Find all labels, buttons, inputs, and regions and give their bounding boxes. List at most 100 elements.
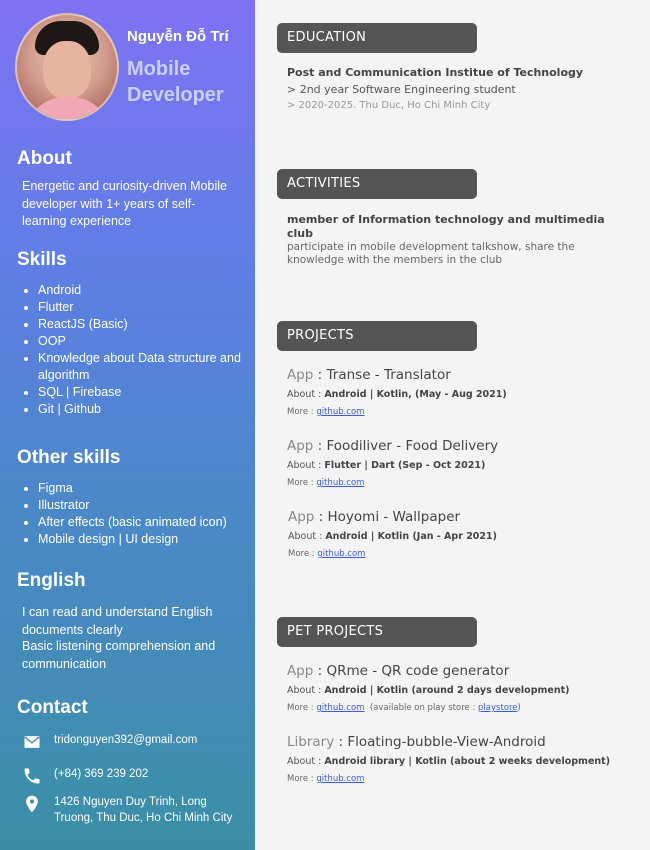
pet-project-item: Library : Floating-bubble-View-Android A… bbox=[287, 734, 627, 784]
pet-projects-heading: PET PROJECTS bbox=[277, 617, 477, 647]
project-sep: : bbox=[313, 663, 327, 679]
email-text: tridonguyen392@gmail.com bbox=[54, 734, 198, 746]
other-skills-list: Figma Illustrator After effects (basic a… bbox=[20, 480, 253, 548]
playstore-link[interactable]: playstore bbox=[478, 703, 518, 713]
skill-item: Knowledge about Data structure and algor… bbox=[38, 350, 253, 384]
project-more-label: More : bbox=[287, 703, 317, 713]
education-date: > 2020-2025. Thu Duc, Ho Chi Minh City bbox=[287, 100, 491, 111]
github-link[interactable]: github.com bbox=[316, 703, 364, 713]
project-sep: : bbox=[313, 438, 327, 454]
contact-email[interactable]: tridonguyen392@gmail.com bbox=[22, 732, 244, 752]
skill-item: Flutter bbox=[38, 299, 253, 316]
github-link[interactable]: github.com bbox=[316, 407, 364, 417]
project-more-label: More : bbox=[287, 407, 317, 417]
about-text: Energetic and curiosity-driven Mobile de… bbox=[22, 179, 227, 228]
project-kind: App bbox=[288, 509, 315, 525]
skill-item: Git | Github bbox=[38, 401, 253, 418]
phone-text: (+84) 369 239 202 bbox=[54, 768, 149, 780]
project-more: More : github.com (available on play sto… bbox=[287, 703, 627, 713]
project-about: About : Android library | Kotlin (about … bbox=[287, 756, 627, 767]
project-about-value: Android library | Kotlin (about 2 weeks … bbox=[324, 756, 611, 767]
avatar bbox=[15, 13, 119, 121]
skill-item: ReactJS (Basic) bbox=[38, 316, 253, 333]
project-more: More : github.com bbox=[288, 549, 628, 559]
projects-heading: PROJECTS bbox=[277, 321, 477, 351]
github-link[interactable]: github.com bbox=[317, 549, 365, 559]
project-about: About : Android | Kotlin, (May - Aug 202… bbox=[287, 389, 627, 400]
skills-heading: Skills bbox=[17, 249, 67, 270]
other-skills-heading: Other skills bbox=[17, 447, 121, 468]
project-item: App : Foodiliver - Food Delivery About :… bbox=[287, 438, 627, 488]
other-skill-item: Figma bbox=[38, 480, 253, 497]
project-about-label: About : bbox=[287, 389, 325, 400]
project-about-label: About : bbox=[287, 460, 325, 471]
playstore-post: ) bbox=[517, 703, 521, 713]
project-about-label: About : bbox=[288, 531, 326, 542]
english-line2: Basic listening comprehension and commun… bbox=[22, 639, 216, 671]
project-more: More : github.com bbox=[287, 774, 627, 784]
project-kind: Library bbox=[287, 734, 335, 750]
pet-project-item: App : QRme - QR code generator About : A… bbox=[287, 663, 627, 713]
project-title: App : QRme - QR code generator bbox=[287, 663, 627, 679]
project-about: About : Flutter | Dart (Sep - Oct 2021) bbox=[287, 460, 627, 471]
project-name: Hoyomi - Wallpaper bbox=[327, 509, 461, 525]
skills-list: Android Flutter ReactJS (Basic) OOP Know… bbox=[20, 282, 253, 418]
project-kind: App bbox=[287, 438, 314, 454]
english-heading: English bbox=[17, 570, 86, 591]
other-skill-item: Mobile design | UI design bbox=[38, 531, 253, 548]
english-line1: I can read and understand English docume… bbox=[22, 605, 213, 637]
project-item: App : Transe - Translator About : Androi… bbox=[287, 367, 627, 417]
project-title: Library : Floating-bubble-View-Android bbox=[287, 734, 627, 750]
location-icon bbox=[26, 795, 38, 813]
github-link[interactable]: github.com bbox=[316, 478, 364, 488]
project-about: About : Android | Kotlin (Jan - Apr 2021… bbox=[288, 531, 628, 542]
phone-icon bbox=[24, 768, 40, 784]
project-name: QRme - QR code generator bbox=[326, 663, 510, 679]
github-link[interactable]: github.com bbox=[316, 774, 364, 784]
main-content: EDUCATION Post and Communication Institu… bbox=[255, 0, 650, 850]
other-skill-item: Illustrator bbox=[38, 497, 253, 514]
project-about-value: Android | Kotlin (Jan - Apr 2021) bbox=[325, 531, 497, 542]
project-title: App : Hoyomi - Wallpaper bbox=[288, 509, 628, 525]
activity-title: member of Information technology and mul… bbox=[287, 213, 605, 240]
education-heading: EDUCATION bbox=[277, 23, 477, 53]
project-sep: : bbox=[334, 734, 348, 750]
contact-address: 1426 Nguyen Duy Trinh, Long Truong, Thu … bbox=[22, 794, 244, 826]
profile-role: Mobile Developer bbox=[127, 58, 224, 106]
project-kind: App bbox=[287, 663, 314, 679]
about-heading: About bbox=[17, 148, 72, 169]
contact-heading: Contact bbox=[17, 697, 88, 718]
project-name: Floating-bubble-View-Android bbox=[347, 734, 546, 750]
project-about-label: About : bbox=[287, 685, 325, 696]
education-school: Post and Communication Institue of Techn… bbox=[287, 66, 584, 79]
playstore-pre: (available on play store : bbox=[369, 703, 479, 713]
contact-phone[interactable]: (+84) 369 239 202 bbox=[22, 766, 244, 786]
project-about-value: Android | Kotlin (around 2 days developm… bbox=[324, 685, 570, 696]
project-more-label: More : bbox=[287, 774, 317, 784]
project-about: About : Android | Kotlin (around 2 days … bbox=[287, 685, 627, 696]
skill-item: Android bbox=[38, 282, 253, 299]
project-about-value: Android | Kotlin, (May - Aug 2021) bbox=[324, 389, 507, 400]
project-item: App : Hoyomi - Wallpaper About : Android… bbox=[288, 509, 628, 559]
project-title: App : Transe - Translator bbox=[287, 367, 627, 383]
profile-name: Nguyễn Đỗ Trí bbox=[127, 28, 229, 45]
email-icon bbox=[24, 736, 40, 748]
activities-block: member of Information technology and mul… bbox=[287, 213, 627, 267]
other-skill-item: After effects (basic animated icon) bbox=[38, 514, 253, 531]
project-kind: App bbox=[287, 367, 314, 383]
project-more-label: More : bbox=[288, 549, 318, 559]
project-about-value: Flutter | Dart (Sep - Oct 2021) bbox=[324, 460, 486, 471]
project-more: More : github.com bbox=[287, 407, 627, 417]
project-sep: : bbox=[313, 367, 327, 383]
skill-item: OOP bbox=[38, 333, 253, 350]
project-sep: : bbox=[314, 509, 328, 525]
activity-desc: participate in mobile development talksh… bbox=[287, 241, 575, 266]
skill-item: SQL | Firebase bbox=[38, 384, 253, 401]
project-about-label: About : bbox=[287, 756, 325, 767]
project-name: Foodiliver - Food Delivery bbox=[326, 438, 499, 454]
sidebar: Nguyễn Đỗ Trí Mobile Developer About Ene… bbox=[0, 0, 255, 850]
education-line: > 2nd year Software Engineering student bbox=[287, 83, 516, 96]
address-text: 1426 Nguyen Duy Trinh, Long Truong, Thu … bbox=[54, 796, 233, 824]
project-more: More : github.com bbox=[287, 478, 627, 488]
project-name: Transe - Translator bbox=[326, 367, 451, 383]
